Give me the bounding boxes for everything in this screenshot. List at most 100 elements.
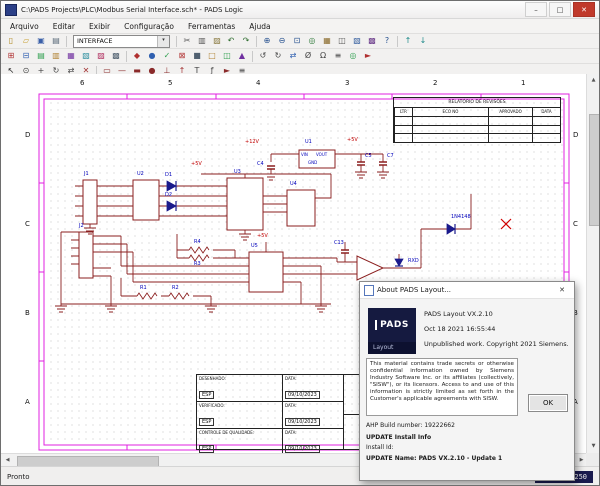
title-block-date-label: DATA: <box>285 430 341 435</box>
revision-table-title: RELATÓRIO DE REVISÕES <box>394 98 560 108</box>
line-tool-icon[interactable]: ▦ <box>64 50 78 62</box>
undo-icon[interactable]: ↶ <box>224 35 238 47</box>
down-hierarchy-icon[interactable]: ↓ <box>416 35 430 47</box>
print-icon[interactable]: ▤ <box>49 35 63 47</box>
toolbar-separator <box>66 36 67 47</box>
world-icon[interactable]: ◎ <box>346 50 360 62</box>
title-block-date: 09/10/2023 <box>285 391 320 399</box>
menu-item[interactable]: Editar <box>46 20 82 33</box>
measure-icon[interactable]: Ø <box>301 50 315 62</box>
product-name: PADS Layout VX.2.10 <box>424 310 570 318</box>
vertical-scroll-thumb[interactable] <box>589 114 600 226</box>
scroll-down-icon[interactable]: ▼ <box>587 440 600 453</box>
layers-icon[interactable]: ▧ <box>350 35 364 47</box>
title-block-row: DESENHADO: ESP DATA: 09/10/2023 <box>197 375 343 402</box>
new-icon[interactable]: ▯ <box>4 35 18 47</box>
paste-icon[interactable]: ▨ <box>210 35 224 47</box>
minimize-button[interactable]: – <box>525 2 547 17</box>
flag-icon[interactable]: ► <box>361 50 375 62</box>
save-icon[interactable]: ▣ <box>34 35 48 47</box>
revision-column-header: DATA <box>532 108 560 116</box>
dialog-icon <box>364 285 374 296</box>
copy-icon[interactable]: ▥ <box>195 35 209 47</box>
title-block-row: CONTROLE DE QUALIDADE: ESP DATA: 09/10/2… <box>197 429 343 453</box>
title-block-date: 09/10/2023 <box>285 418 320 426</box>
about-dialog: About PADS Layout... ✕ PADS Layout PADS … <box>359 281 575 481</box>
drafting-icon[interactable]: ▤ <box>34 50 48 62</box>
revision-empty-cell <box>412 134 488 142</box>
dialog-title: About PADS Layout... <box>377 286 451 294</box>
menu-item[interactable]: Ajuda <box>242 20 277 33</box>
copper-icon[interactable]: ▧ <box>79 50 93 62</box>
help-icon[interactable]: ? <box>380 35 394 47</box>
open-icon[interactable]: ▱ <box>19 35 33 47</box>
revision-empty-cell <box>488 134 532 142</box>
menu-item[interactable]: Ferramentas <box>181 20 242 33</box>
menu-item[interactable]: Configuração <box>117 20 181 33</box>
toolbar-separator <box>252 51 253 62</box>
revision-empty-cell <box>488 126 532 134</box>
redo-icon[interactable]: ↷ <box>239 35 253 47</box>
board-icon[interactable]: ■ <box>190 50 204 62</box>
copyright-text: Unpublished work. Copyright 2021 Siemens… <box>424 340 570 348</box>
chevron-down-icon[interactable]: ▾ <box>157 36 169 47</box>
rotate-ccw-icon[interactable]: ↺ <box>256 50 270 62</box>
revision-column-header: ECO NO <box>412 108 488 116</box>
build-date: Oct 18 2021 16:55:44 <box>424 325 570 333</box>
selection-filter-icon[interactable]: ◫ <box>335 35 349 47</box>
dialog-title-bar[interactable]: About PADS Layout... ✕ <box>360 282 574 299</box>
ohm-icon[interactable]: Ω <box>316 50 330 62</box>
grid-icon[interactable]: ⊞ <box>4 50 18 62</box>
title-block-value: ESP <box>199 418 214 426</box>
zoom-in-icon[interactable]: ⊕ <box>260 35 274 47</box>
swap-icon[interactable]: ⇄ <box>286 50 300 62</box>
revision-empty-cell <box>532 134 560 142</box>
ok-button[interactable]: OK <box>528 394 568 412</box>
vertical-scrollbar[interactable]: ▲ ▼ <box>586 74 599 453</box>
autoroute-icon[interactable]: ● <box>145 50 159 62</box>
maximize-button[interactable]: □ <box>549 2 571 17</box>
menu-item[interactable]: Arquivo <box>3 20 46 33</box>
origin-icon[interactable]: ⊟ <box>19 50 33 62</box>
pad-icon[interactable]: □ <box>205 50 219 62</box>
dialog-close-icon[interactable]: ✕ <box>554 286 570 294</box>
toolbar-layout: ⊞⊟▤▥▦▧▨▩ ◆●✓⊠■□◫▲ ↺↻⇄ØΩ≡◎► <box>1 49 599 64</box>
title-block-label: CONTROLE DE QUALIDADE: <box>199 430 280 435</box>
keepout-icon[interactable]: ▨ <box>94 50 108 62</box>
ole-object-icon[interactable]: ▩ <box>365 35 379 47</box>
legal-notice: This material contains trade secrets or … <box>366 358 518 416</box>
title-block-label: VERIFICADO: <box>199 403 280 408</box>
verify-icon[interactable]: ✓ <box>160 50 174 62</box>
sheet-selector-combo[interactable]: INTERFACE ▾ <box>73 35 170 48</box>
redraw-icon[interactable]: ◎ <box>305 35 319 47</box>
title-block-date: 09/10/2023 <box>285 445 320 453</box>
net-icon[interactable]: ◫ <box>220 50 234 62</box>
drc-icon[interactable]: ⊠ <box>175 50 189 62</box>
close-button[interactable]: ✕ <box>573 2 595 17</box>
up-hierarchy-icon[interactable]: ↑ <box>401 35 415 47</box>
route-icon[interactable]: ◆ <box>130 50 144 62</box>
sheet-icon[interactable]: ▦ <box>320 35 334 47</box>
revision-empty-cell <box>532 117 560 125</box>
zoom-out-icon[interactable]: ⊖ <box>275 35 289 47</box>
cut-icon[interactable]: ✂ <box>180 35 194 47</box>
window-title: C:\PADS Projects\PLC\Modbus Serial Inter… <box>21 6 243 14</box>
text-tool-icon[interactable]: ▥ <box>49 50 63 62</box>
title-block-date-label: DATA: <box>285 403 341 408</box>
scroll-up-icon[interactable]: ▲ <box>587 74 600 87</box>
update-install-info: UPDATE Install Info <box>366 434 431 442</box>
build-number: AHP Build number: 19222662 <box>366 422 455 430</box>
toolbar-separator <box>126 51 127 62</box>
via-icon[interactable]: ▩ <box>109 50 123 62</box>
list-icon[interactable]: ≡ <box>331 50 345 62</box>
zoom-board-icon[interactable]: ⊡ <box>290 35 304 47</box>
toolbar-separator <box>256 36 257 47</box>
title-block-value: ESP <box>199 391 214 399</box>
rotate-cw-icon[interactable]: ↻ <box>271 50 285 62</box>
plane-icon[interactable]: ▲ <box>235 50 249 62</box>
menu-item[interactable]: Exibir <box>82 20 117 33</box>
revision-empty-cell <box>532 126 560 134</box>
title-block-date-label: DATA: <box>285 376 341 381</box>
revision-empty-cell <box>394 134 412 142</box>
title-bar: C:\PADS Projects\PLC\Modbus Serial Inter… <box>1 1 599 19</box>
